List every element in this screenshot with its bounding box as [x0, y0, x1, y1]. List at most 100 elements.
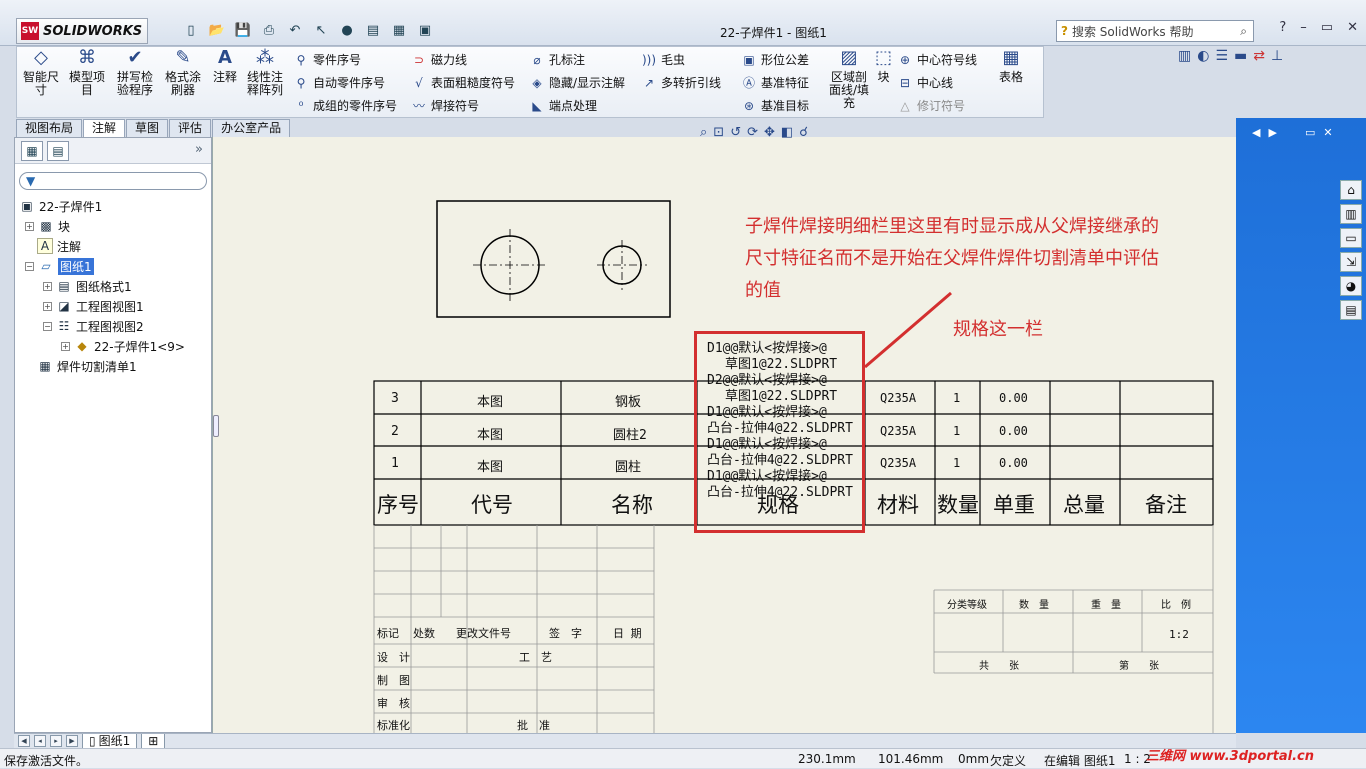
drawing-viewport[interactable]: 3 本图 钢板 Q235A 1 0.00 2 本图 圆柱2 Q235A 1 0.… — [212, 137, 1236, 733]
weld-symbol-button[interactable]: 〰焊接符号 — [411, 97, 479, 114]
rotate-view-icon[interactable]: ⟳ — [747, 125, 758, 140]
options-icon[interactable]: ▦ — [388, 20, 410, 40]
block-button[interactable]: ⬚ 块 — [875, 49, 892, 84]
tab-view-layout[interactable]: 视图布局 — [16, 119, 83, 137]
close-icon[interactable]: ✕ — [1347, 20, 1358, 35]
datum-target-button[interactable]: ⊛ 基准目标 — [741, 97, 809, 114]
prev-sheet-icon[interactable]: ◂ — [34, 735, 46, 747]
expand-panel-icon[interactable]: » — [195, 142, 203, 157]
zoom-to-area-icon[interactable]: ⊡ — [713, 125, 724, 140]
line-thickness-icon[interactable]: ☰ — [1215, 48, 1228, 64]
surface-finish-button[interactable]: √ 表面粗糙度符号 — [411, 74, 515, 91]
tree-item-sheet[interactable]: − ▱ 图纸1 — [25, 256, 94, 276]
save-icon[interactable]: 💾 — [232, 20, 254, 40]
tree-item-cut-list[interactable]: ▦ 焊件切割清单1 — [37, 356, 136, 376]
model-items-button[interactable]: ⌘ 模型项 目 — [69, 49, 105, 97]
center-mark-button[interactable]: ⊕ 中心符号线 — [897, 51, 977, 68]
multi-jog-leader-button[interactable]: ↗ 多转折引线 — [641, 74, 721, 91]
minimize-icon[interactable]: – — [1300, 20, 1307, 35]
view-orientation-icon[interactable]: ▥ — [1178, 48, 1191, 64]
solidworks-logo[interactable]: SW SOLIDWORKS — [16, 18, 148, 44]
revision-symbol-button[interactable]: △ 修订符号 — [897, 97, 965, 114]
help-menu-icon[interactable]: ? — [1279, 20, 1286, 35]
tree-item-annotations[interactable]: A 注解 — [37, 236, 81, 256]
expand-icon[interactable]: + — [43, 301, 52, 311]
file-explorer-icon[interactable]: ▭ — [1340, 228, 1362, 248]
tab-annotation[interactable]: 注解 — [83, 119, 126, 137]
tab-evaluate[interactable]: 评估 — [169, 119, 212, 137]
tree-filter[interactable]: ▼ — [19, 172, 207, 190]
previous-view-icon[interactable]: ↺ — [730, 125, 741, 140]
status-constraint: 欠定义 — [990, 754, 1027, 768]
tab-sketch[interactable]: 草图 — [126, 119, 169, 137]
property-manager-tab-icon[interactable]: ▤ — [47, 140, 69, 161]
tree-item-drawing-view1[interactable]: + ◪ 工程图视图1 — [43, 296, 144, 316]
balloon-button[interactable]: ⚲ 零件序号 — [293, 51, 361, 68]
sheet-tab-sheet1[interactable]: ▯ 图纸1 — [82, 733, 138, 749]
display-style-icon[interactable]: ◐ — [1197, 48, 1209, 64]
linear-note-pattern-button[interactable]: ⁂ 线性注 释阵列 — [247, 49, 283, 97]
panel-splitter-handle[interactable] — [213, 415, 219, 437]
end-treatment-button[interactable]: ◣ 端点处理 — [529, 97, 597, 114]
new-file-icon[interactable]: ▯ — [180, 20, 202, 40]
centerline-button[interactable]: ⊟ 中心线 — [897, 74, 953, 91]
tab-office-products[interactable]: 办公室产品 — [212, 119, 291, 137]
select-icon[interactable]: ↖ — [310, 20, 332, 40]
first-sheet-icon[interactable]: ◀ — [18, 735, 30, 747]
float-icon[interactable]: ▭ — [1305, 126, 1315, 139]
expand-icon[interactable]: + — [25, 221, 34, 231]
stacked-balloon-button[interactable]: ⁰ 成组的零件序号 — [293, 97, 397, 114]
collapse-icon[interactable]: − — [43, 321, 52, 331]
open-file-icon[interactable]: 📂 — [206, 20, 228, 40]
home-icon[interactable]: ⌂ — [1340, 180, 1362, 200]
line-style-icon[interactable]: ▬ — [1234, 48, 1247, 64]
appearances-icon[interactable]: ◕ — [1340, 276, 1362, 296]
tree-item-part-reference[interactable]: + ◆ 22-子焊件1<9> — [61, 336, 185, 356]
collapse-icon[interactable]: − — [25, 261, 34, 271]
print-icon[interactable]: ⎙ — [258, 20, 280, 40]
display-style-icon[interactable]: ◧ — [781, 125, 793, 140]
search-icon[interactable]: ⌕ — [1240, 24, 1247, 39]
expand-icon[interactable]: + — [43, 281, 52, 291]
window-controls: ? – ▭ ✕ — [1279, 20, 1358, 35]
undo-icon[interactable]: ↶ — [284, 20, 306, 40]
close-task-pane-icon[interactable]: ✕ — [1323, 126, 1332, 139]
auto-balloon-button[interactable]: ⚲ 自动零件序号 — [293, 74, 385, 91]
add-sheet-button[interactable]: ⊞ — [141, 733, 166, 749]
tree-root[interactable]: ▣ 22-子焊件1 — [19, 196, 102, 216]
next-sheet-icon[interactable]: ▸ — [50, 735, 62, 747]
tree-item-block[interactable]: + ▩ 块 — [25, 216, 70, 236]
feature-tree-tab-icon[interactable]: ▦ — [21, 140, 43, 161]
view-palette-icon[interactable]: ⇲ — [1340, 252, 1362, 272]
smart-dimension-button[interactable]: ◇ 智能尺 寸 — [23, 49, 59, 97]
tree-item-drawing-view2[interactable]: − ☷ 工程图视图2 — [43, 316, 144, 336]
spell-check-button[interactable]: ✔ 拼写检 验程序 — [117, 49, 153, 97]
library-icon[interactable]: ▥ — [1340, 204, 1362, 224]
tree-item-sheet-format[interactable]: + ▤ 图纸格式1 — [43, 276, 132, 296]
zoom-to-fit-icon[interactable]: ⌕ — [700, 125, 707, 140]
magnetic-line-button[interactable]: ⊃ 磁力线 — [411, 51, 467, 68]
expand-icon[interactable]: + — [61, 341, 70, 351]
customize-icon[interactable]: ▣ — [414, 20, 436, 40]
note-button[interactable]: A 注释 — [213, 49, 237, 84]
table-button[interactable]: ▦ 表格 — [999, 49, 1023, 84]
caterpillar-button[interactable]: ))) 毛虫 — [641, 51, 685, 68]
hide-show-annotations-button[interactable]: ◈ 隐藏/显示注解 — [529, 74, 625, 91]
back-icon[interactable]: ◀ — [1252, 126, 1260, 139]
datum-feature-button[interactable]: Ⓐ 基准特征 — [741, 74, 809, 91]
layer-icon[interactable]: ⇄ — [1253, 48, 1265, 64]
pan-icon[interactable]: ✥ — [764, 125, 775, 140]
custom-properties-icon[interactable]: ▤ — [1340, 300, 1362, 320]
hide-show-items-icon[interactable]: ☌ — [799, 125, 808, 140]
rebuild-icon[interactable]: ● — [336, 20, 358, 40]
file-properties-icon[interactable]: ▤ — [362, 20, 384, 40]
align-icon[interactable]: ⊥ — [1271, 48, 1283, 64]
geometric-tolerance-button[interactable]: ▣ 形位公差 — [741, 51, 809, 68]
restore-icon[interactable]: ▭ — [1321, 20, 1333, 35]
hole-callout-button[interactable]: ⌀ 孔标注 — [529, 51, 585, 68]
help-search[interactable]: ? 搜索 SolidWorks 帮助 ⌕ — [1056, 20, 1254, 42]
last-sheet-icon[interactable]: ▶ — [66, 735, 78, 747]
format-painter-button[interactable]: ✎ 格式涂 刷器 — [165, 49, 201, 97]
forward-icon[interactable]: ▶ — [1268, 126, 1276, 139]
area-hatch-button[interactable]: ▨ 区域剖 面线/填 充 — [829, 49, 869, 110]
